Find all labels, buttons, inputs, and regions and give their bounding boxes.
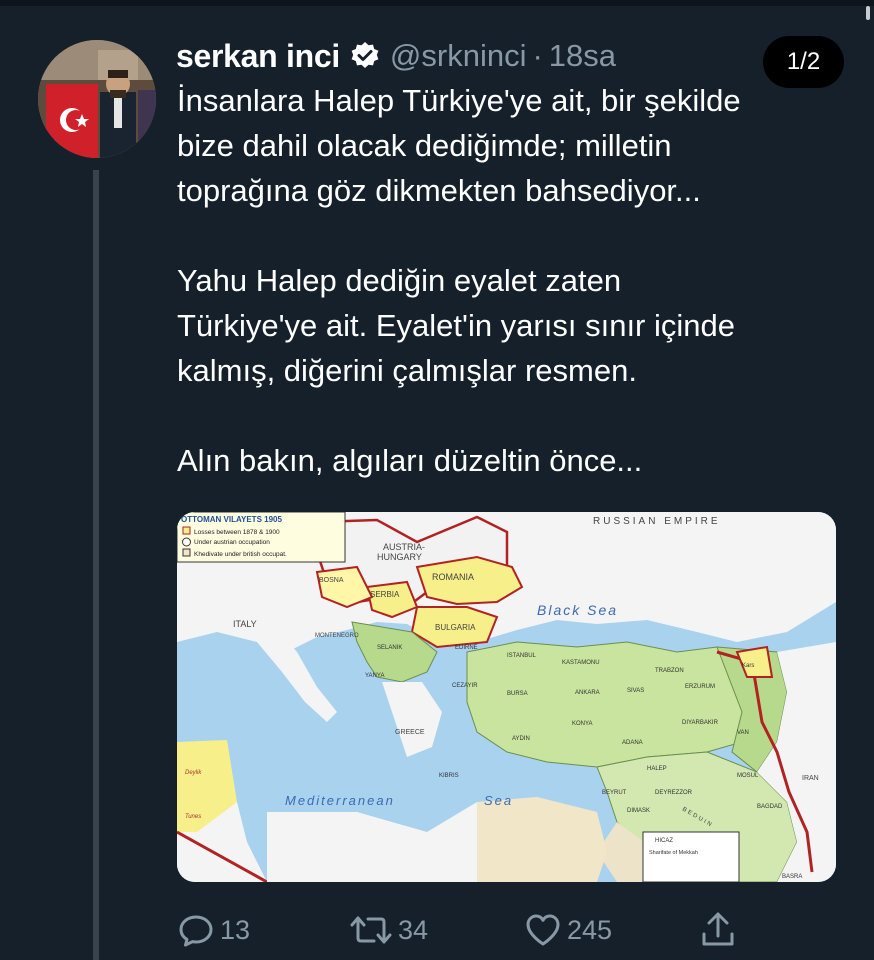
share-icon <box>698 910 738 950</box>
legend-swatch-losses <box>182 526 191 535</box>
share-button[interactable] <box>698 905 742 955</box>
map-legend-item: Under austrian occupation <box>194 539 270 546</box>
reply-icon <box>176 910 216 950</box>
map-label: HICAZ <box>655 838 673 844</box>
like-count: 245 <box>567 914 613 945</box>
map-label: RUSSIAN EMPIRE <box>593 516 721 527</box>
map-label: ADANA <box>622 740 643 746</box>
map-label: Sea <box>484 793 513 808</box>
retweet-icon <box>348 910 394 950</box>
map-label: DIYARBAKIR <box>682 720 719 726</box>
retweet-count: 34 <box>398 914 429 945</box>
map-label: HUNGARY <box>377 552 422 562</box>
map-label: MOSUL <box>737 773 759 779</box>
text-line: Türkiye'ye ait. Eyalet'in yarısı sınır i… <box>177 308 735 343</box>
retweet-button[interactable]: 34 <box>348 905 428 955</box>
map-label: TRABZON <box>655 668 684 674</box>
tweet-paragraph-2: Yahu Halep dediğin eyalet zaten Türkiye'… <box>177 258 857 393</box>
map-label: Black Sea <box>537 602 618 618</box>
map-label: BULGARIA <box>435 623 476 632</box>
text-line: kalmış, diğerini çalmışlar resmen. <box>177 353 637 388</box>
tweet-timestamp[interactable]: 18sa <box>549 38 616 74</box>
map-label: ERZURUM <box>685 684 715 690</box>
scrollbar-thumb[interactable] <box>866 6 870 20</box>
map-label: ITALY <box>233 619 257 629</box>
map-label: ANKARA <box>575 690 600 696</box>
tweet-action-bar: 13 34 245 <box>176 905 746 955</box>
map-label: DIMASK <box>627 808 650 814</box>
reply-count: 13 <box>220 914 251 945</box>
map-label: MONTENEGRO <box>315 633 359 639</box>
map-label: SIVAS <box>627 688 644 694</box>
tweet-header: serkan inci @srkninci · 18sa <box>176 34 616 78</box>
map-label: Deylik <box>185 770 202 776</box>
map-legend-title: OTTOMAN VILAYETS 1905 <box>181 515 282 524</box>
text-line: Alın bakın, algıları düzeltin önce... <box>177 443 643 478</box>
avatar[interactable] <box>38 40 156 158</box>
map-label: KIBRIS <box>439 773 459 779</box>
legend-swatch-austrian <box>182 537 191 547</box>
map-label: CEZAYIR <box>452 683 478 689</box>
map-label: ISTANBUL <box>507 653 537 659</box>
map-label: GREECE <box>395 729 425 736</box>
tweet-paragraph-1: İnsanlara Halep Türkiye'ye ait, bir şeki… <box>177 78 857 213</box>
tweet-media-map-image[interactable]: OTTOMAN VILAYETS 1905 Losses between 187… <box>177 512 836 882</box>
tweet-text: İnsanlara Halep Türkiye'ye ait, bir şeki… <box>177 78 857 483</box>
map-label: EDIRNE <box>455 645 478 651</box>
map-label: Sharifate of Mekkah <box>649 850 698 856</box>
top-edge-bar <box>0 0 874 6</box>
map-label: IRAN <box>802 775 819 782</box>
separator-dot: · <box>532 38 543 73</box>
map-label: BASRA <box>782 874 802 880</box>
map-label: Tunes <box>185 814 201 820</box>
map-label: HALEP <box>647 766 667 772</box>
map-label: VAN <box>737 730 749 736</box>
map-label: KONYA <box>572 721 593 727</box>
map-label: Kars <box>742 663 754 669</box>
map-label: BAGDAD <box>757 804 783 810</box>
map-label: BEYRUT <box>602 790 627 796</box>
map-label: AYDIN <box>512 736 530 742</box>
author-name[interactable]: serkan inci <box>176 38 340 75</box>
map-label: SELANIK <box>377 645 402 651</box>
map-label: SERBIA <box>370 590 400 599</box>
map-legend-item: Khedivate under british occupat. <box>194 551 287 558</box>
like-button[interactable]: 245 <box>523 905 612 955</box>
map-label: KASTAMONU <box>562 660 600 666</box>
text-line: İnsanlara Halep Türkiye'ye ait, bir şeki… <box>177 83 741 118</box>
reply-button[interactable]: 13 <box>176 905 250 955</box>
thread-connector-line <box>93 170 99 960</box>
map-label: BOSNA <box>319 577 344 584</box>
text-line: toprağına göz dikmekten bahsediyor... <box>177 173 701 208</box>
map-label: DEYREZZOR <box>655 790 693 796</box>
map-legend-item: Losses between 1878 & 1900 <box>194 529 280 536</box>
map-label: Mediterranean <box>285 793 395 808</box>
map-label: YANYA <box>365 673 384 679</box>
map-label: AUSTRIA- <box>383 542 425 552</box>
map-label: ROMANIA <box>432 572 474 582</box>
legend-swatch-khedivate <box>182 548 191 557</box>
heart-icon <box>523 910 563 950</box>
text-line: Yahu Halep dediğin eyalet zaten <box>177 263 622 298</box>
verified-badge-icon <box>350 41 380 71</box>
author-handle[interactable]: @srkninci <box>390 38 527 74</box>
text-line: bize dahil olacak dediğimde; milletin <box>177 128 672 163</box>
map-label: BURSA <box>507 691 528 697</box>
tweet-paragraph-3: Alın bakın, algıları düzeltin önce... <box>177 438 857 483</box>
